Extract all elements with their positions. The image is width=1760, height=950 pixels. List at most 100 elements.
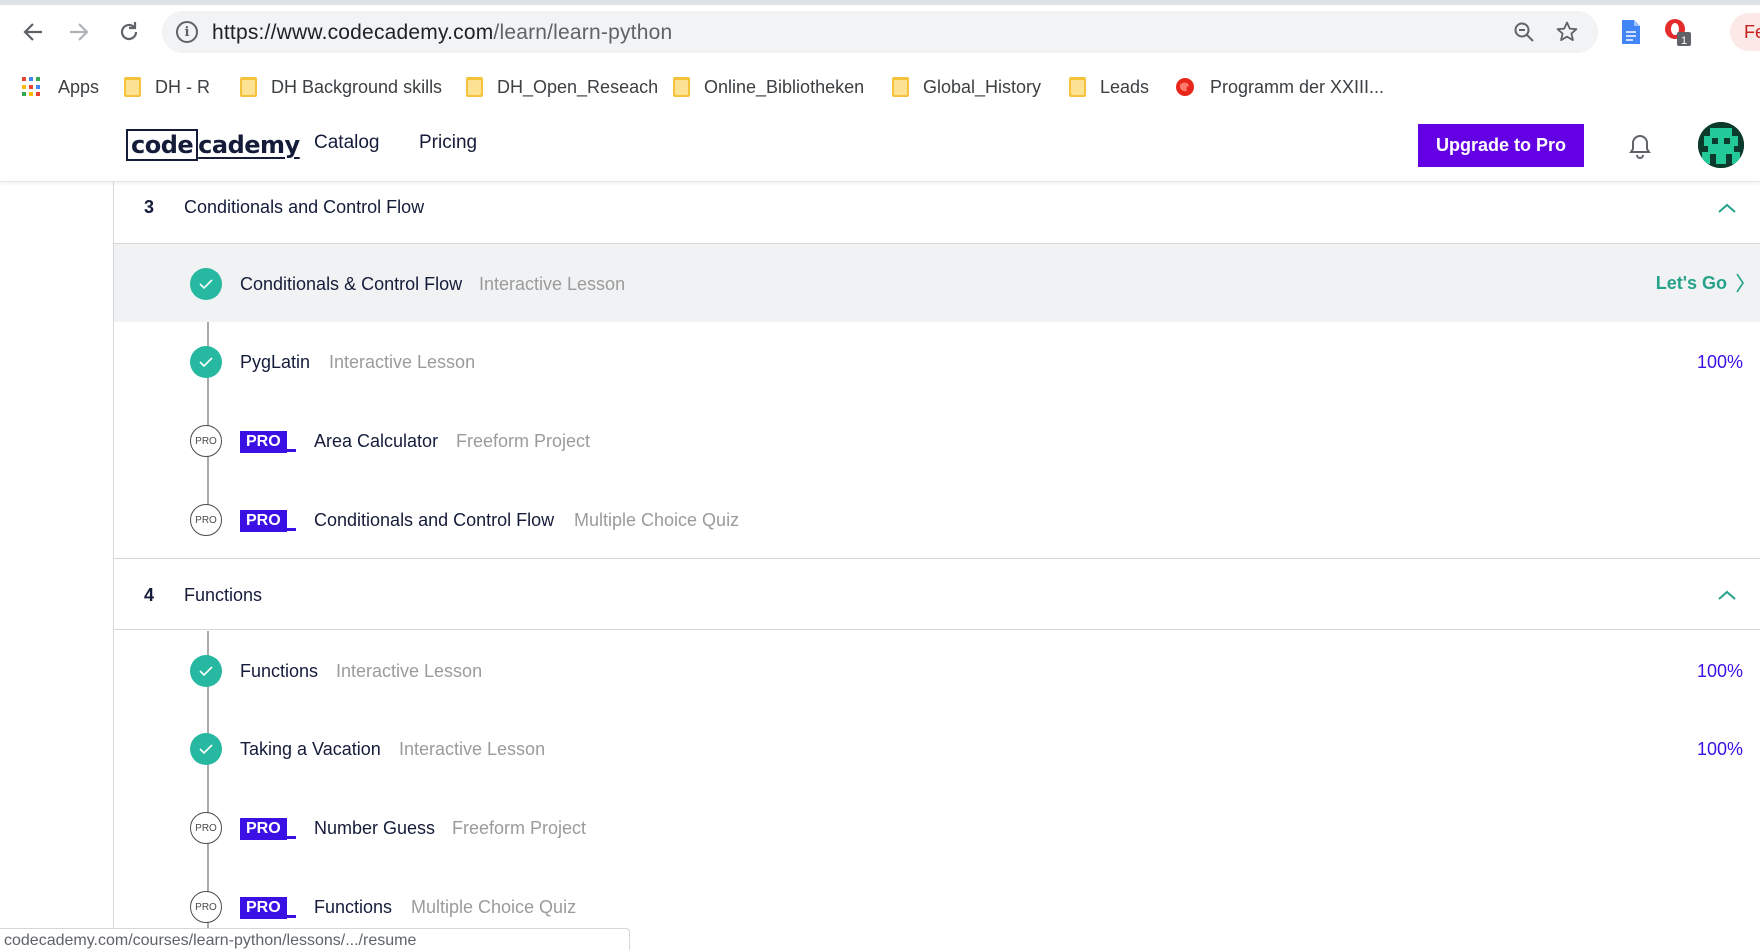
check-icon — [190, 268, 222, 300]
bookmark-label: DH - R — [155, 76, 210, 97]
status-bar-url: codecademy.com/courses/learn-python/less… — [0, 928, 630, 950]
lesson-type: Interactive Lesson — [399, 739, 546, 759]
lesson-title: Conditionals and Control Flow — [314, 510, 555, 530]
module-number: 4 — [144, 585, 155, 605]
check-icon — [190, 346, 222, 378]
lesson-row[interactable]: PygLatin Interactive Lesson 100% — [114, 322, 1760, 400]
folder-icon — [673, 77, 690, 97]
nav-pricing[interactable]: Pricing — [419, 132, 477, 154]
lesson-title: Conditionals & Control Flow — [240, 274, 463, 294]
lesson-row[interactable]: PRO PRO Number Guess Freeform Project — [114, 788, 1760, 866]
opera-extension-icon[interactable]: 1 — [1662, 17, 1692, 47]
bookmark-global-history[interactable]: Global_History — [892, 70, 1041, 104]
bookmark-label: DH Background skills — [271, 76, 443, 97]
lesson-row[interactable]: PRO PRO Area Calculator Freeform Project — [114, 401, 1760, 479]
pro-badge: PRO — [240, 897, 287, 919]
lesson-type: Freeform Project — [456, 431, 591, 451]
info-icon[interactable]: i — [176, 21, 198, 43]
module-header-4[interactable]: 4 Functions — [114, 558, 1760, 630]
lesson-title: PygLatin — [240, 352, 311, 372]
arrow-left-icon — [23, 23, 42, 41]
lesson-row[interactable]: PRO PRO Conditionals and Control Flow Mu… — [114, 480, 1760, 558]
pro-lock-icon: PRO — [190, 812, 222, 844]
bookmark-dh-background[interactable]: DH Background skills — [240, 70, 442, 104]
zoom-icon[interactable] — [1511, 19, 1537, 45]
address-bar[interactable]: i https://www.codecademy.com/learn/learn… — [162, 11, 1598, 53]
bookmark-apps[interactable]: Apps — [22, 70, 99, 104]
folder-icon — [892, 77, 909, 97]
pro-lock-icon: PRO — [190, 504, 222, 536]
lesson-title: Functions — [240, 661, 319, 681]
lesson-title: Taking a Vacation — [240, 739, 381, 759]
bookmark-star-icon[interactable] — [1554, 19, 1580, 45]
lets-go-link[interactable]: Let's Go — [1656, 272, 1745, 294]
check-icon — [190, 733, 222, 765]
back-button[interactable] — [18, 17, 48, 47]
pro-lock-icon: PRO — [190, 891, 222, 923]
pro-badge-cursor — [286, 449, 296, 452]
module-title: Conditionals and Control Flow — [184, 197, 425, 217]
avatar[interactable] — [1698, 122, 1744, 168]
bookmark-leads[interactable]: Leads — [1069, 70, 1149, 104]
profile-button[interactable]: Fe — [1730, 13, 1760, 51]
browser-toolbar: i https://www.codecademy.com/learn/learn… — [0, 0, 1760, 66]
bookmark-label: Programm der XXIII... — [1210, 76, 1385, 97]
lesson-type: Interactive Lesson — [479, 274, 626, 294]
forward-button[interactable] — [64, 17, 94, 47]
apps-grid-icon — [22, 77, 42, 97]
module-header-3[interactable]: 3 Conditionals and Control Flow — [114, 182, 1760, 244]
lesson-type: Freeform Project — [452, 818, 587, 838]
bookmark-label: Online_Bibliotheken — [704, 76, 865, 97]
lesson-row[interactable]: Functions Interactive Lesson 100% — [114, 631, 1760, 709]
bookmark-label: Global_History — [923, 76, 1042, 97]
bookmark-label: DH_Open_Reseach — [497, 76, 659, 97]
url-text[interactable]: https://www.codecademy.com/learn/learn-p… — [212, 21, 672, 45]
codecademy-logo[interactable]: code cademy — [126, 128, 300, 162]
reload-icon — [120, 22, 138, 41]
chevron-right-icon — [1736, 273, 1744, 293]
check-icon — [190, 655, 222, 687]
bookmark-dh-r[interactable]: DH - R — [124, 70, 210, 104]
arrow-right-icon — [70, 23, 89, 41]
folder-icon — [240, 77, 257, 97]
nav-catalog[interactable]: Catalog — [314, 132, 380, 154]
lesson-row[interactable]: Taking a Vacation Interactive Lesson 100… — [114, 709, 1760, 787]
pro-badge: PRO — [240, 818, 287, 840]
pro-badge-cursor — [286, 915, 296, 918]
docs-extension-icon[interactable] — [1616, 17, 1646, 47]
pro-badge: PRO — [240, 431, 287, 453]
bookmark-online-bibliotheken[interactable]: Online_Bibliotheken — [673, 70, 864, 104]
lesson-title: Number Guess — [314, 818, 436, 838]
lesson-row[interactable]: Conditionals & Control Flow Interactive … — [114, 244, 1760, 322]
bookmark-programm[interactable]: Programm der XXIII... — [1174, 70, 1384, 104]
site-header: code cademy Catalog Pricing Upgrade to Pr… — [0, 108, 1760, 182]
folder-icon — [124, 77, 141, 97]
bell-icon[interactable] — [1626, 132, 1654, 160]
pro-badge-cursor — [286, 836, 296, 839]
folder-icon — [466, 77, 483, 97]
lesson-title: Functions — [314, 897, 393, 917]
pro-lock-icon: PRO — [190, 425, 222, 457]
bookmark-label: Leads — [1100, 76, 1150, 97]
chevron-up-icon[interactable] — [1717, 202, 1737, 214]
pro-badge-cursor — [286, 528, 296, 531]
logo-rest-text: cademy — [198, 131, 300, 159]
lesson-type: Interactive Lesson — [329, 352, 476, 372]
chevron-up-icon[interactable] — [1717, 589, 1737, 601]
lesson-type: Multiple Choice Quiz — [411, 897, 577, 917]
bookmarks-bar: Apps DH - R DH Background skills DH_Open… — [0, 66, 1760, 108]
lesson-title: Area Calculator — [314, 431, 439, 451]
red-favicon — [1176, 78, 1194, 96]
bookmark-dh-open-research[interactable]: DH_Open_Reseach — [466, 70, 658, 104]
lesson-progress: 100% — [1696, 739, 1743, 759]
pro-badge: PRO — [240, 510, 287, 532]
lesson-type: Interactive Lesson — [336, 661, 483, 681]
reload-button[interactable] — [114, 17, 144, 47]
logo-boxed-text: code — [126, 129, 199, 161]
upgrade-to-pro-button[interactable]: Upgrade to Pro — [1418, 124, 1584, 167]
module-title: Functions — [184, 585, 263, 605]
lets-go-label: Let's Go — [1655, 272, 1727, 293]
lesson-type: Multiple Choice Quiz — [574, 510, 740, 530]
bookmark-label: Apps — [58, 76, 100, 97]
syllabus: 3 Conditionals and Control Flow Conditio… — [113, 182, 1760, 950]
